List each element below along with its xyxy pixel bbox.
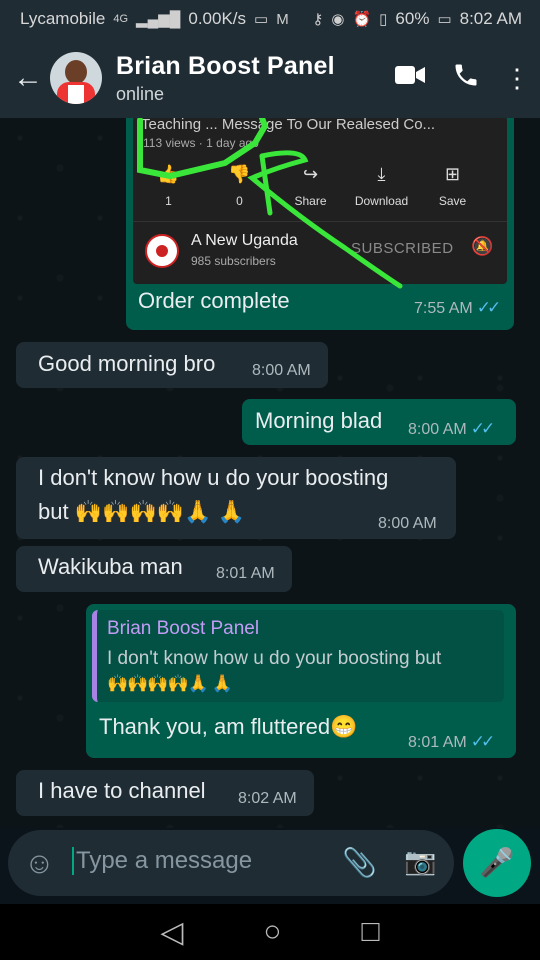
message-composer: ☺ Type a message 📎 📷 [8, 830, 454, 896]
nav-home-icon[interactable]: ○ [263, 915, 281, 949]
mic-button[interactable]: 🎤 [463, 829, 531, 897]
thumbs-up-icon: 👍 [157, 164, 180, 184]
message-bubble-incoming[interactable]: Wakikuba man 8:01 AM [16, 546, 292, 592]
message-text: I don't know how u do your boosting [38, 465, 389, 490]
gmail-icon: M [276, 10, 289, 28]
eye-icon: ◉ [331, 11, 345, 28]
channel-subscribers: 985 subscribers [191, 254, 276, 268]
like-action: 👍 1 [133, 164, 204, 208]
network-speed: 0.00K/s [188, 9, 247, 28]
network-label: 4G [113, 13, 129, 25]
download-action: ⤓ Download [346, 164, 417, 208]
message-time: 8:01 AM [216, 565, 275, 582]
message-text: I have to channel [38, 778, 206, 803]
video-title: Teaching ... Message To Our Realesed Co.… [141, 118, 436, 133]
message-bubble-incoming[interactable]: I don't know how u do your boosting but … [16, 457, 456, 539]
message-time: 8:00 AM ✓✓ [408, 419, 495, 438]
carrier-label: Lycamobile [20, 9, 106, 28]
message-text: Wakikuba man [38, 554, 183, 579]
reply-quote[interactable]: Brian Boost Panel I don't know how u do … [92, 610, 504, 702]
video-views: 113 views · 1 day ago [143, 136, 259, 150]
message-text: Order complete [138, 288, 290, 313]
nav-back-icon[interactable]: ◁ [160, 915, 183, 950]
message-text-line2: but 🙌🙌🙌🙌🙏 🙏 [38, 499, 246, 524]
mic-icon: 🎤 [479, 847, 515, 878]
dislike-action: 👎 0 [204, 164, 275, 208]
bell-off-icon: 🔕 [471, 236, 494, 256]
message-time: 8:02 AM [238, 790, 297, 807]
channel-name: A New Uganda [191, 232, 298, 249]
save-icon: ⊞ [444, 164, 461, 184]
message-text: Thank you, am fluttered [99, 714, 331, 739]
camera-icon[interactable]: 📷 [404, 846, 436, 877]
message-input[interactable]: Type a message [72, 847, 252, 875]
chat-header: ← Brian Boost Panel online ⋮ [0, 38, 540, 118]
message-text-row: Thank you, am fluttered😁 [99, 714, 358, 740]
chat-area[interactable]: Teaching ... Message To Our Realesed Co.… [0, 118, 540, 828]
more-options-icon[interactable]: ⋮ [494, 63, 540, 94]
message-time: 7:55 AM ✓✓ [414, 298, 501, 317]
video-call-icon[interactable] [382, 63, 438, 94]
vibrate-icon: ▯ [379, 11, 388, 28]
clock: 8:02 AM [459, 9, 522, 28]
grin-emoji: 😁 [330, 714, 358, 739]
nav-recents-icon[interactable]: □ [362, 915, 380, 949]
system-nav-bar: ◁ ○ □ [0, 904, 540, 960]
contact-info[interactable]: Brian Boost Panel online [116, 52, 382, 105]
message-text: Good morning bro [38, 351, 216, 376]
share-action: ↪ Share [275, 164, 346, 208]
voice-call-icon[interactable] [438, 61, 494, 96]
contact-name: Brian Boost Panel [116, 51, 335, 80]
read-ticks-icon: ✓✓ [470, 732, 495, 751]
key-icon: ⚷ [312, 11, 324, 28]
message-bubble-incoming[interactable]: Good morning bro 8:00 AM [16, 342, 328, 388]
message-text: Morning blad [255, 408, 383, 433]
reply-emojis: 🙌🙌🙌🙌🙏 🙏 [107, 674, 233, 693]
message-time: 8:00 AM [252, 362, 311, 379]
channel-row: A New Uganda 985 subscribers SUBSCRIBED … [133, 221, 507, 282]
signal-icon: ▂▄▆█ [136, 11, 181, 28]
download-icon: ⤓ [377, 164, 386, 184]
reply-text: I don't know how u do your boosting but [107, 648, 442, 669]
message-time: 8:01 AM ✓✓ [408, 732, 495, 751]
back-arrow-icon[interactable]: ← [8, 61, 48, 95]
message-bubble-outgoing[interactable]: Brian Boost Panel I don't know how u do … [86, 604, 516, 758]
save-action: ⊞ Save [417, 164, 488, 208]
message-emojis: 🙌🙌🙌🙌🙏 🙏 [74, 499, 246, 524]
emoji-icon[interactable]: ☺ [24, 847, 55, 881]
alarm-icon: ⏰ [352, 11, 372, 28]
youtube-preview-image[interactable]: Teaching ... Message To Our Realesed Co.… [133, 118, 507, 284]
message-bubble-outgoing[interactable]: Teaching ... Message To Our Realesed Co.… [126, 118, 514, 330]
share-icon: ↪ [302, 164, 319, 184]
reply-author: Brian Boost Panel [107, 618, 260, 639]
card-icon: ▭ [254, 11, 269, 28]
read-ticks-icon: ✓✓ [476, 298, 501, 317]
read-ticks-icon: ✓✓ [470, 419, 495, 438]
message-bubble-incoming[interactable]: I have to channel 8:02 AM [16, 770, 314, 816]
subscribed-label: SUBSCRIBED [351, 240, 454, 257]
battery-icon: ▭ [437, 11, 452, 28]
avatar[interactable] [50, 52, 102, 104]
message-bubble-outgoing[interactable]: Morning blad 8:00 AM ✓✓ [242, 399, 516, 445]
video-actions: 👍 1 👎 0 ↪ Share ⤓ Download ⊞ Save [133, 164, 507, 208]
message-time: 8:00 AM [378, 515, 437, 532]
contact-status: online [116, 83, 165, 104]
thumbs-down-icon: 👎 [228, 164, 251, 184]
channel-logo [145, 234, 179, 268]
battery-percent: 60% [395, 9, 430, 28]
attach-icon[interactable]: 📎 [342, 846, 377, 879]
status-bar: Lycamobile 4G ▂▄▆█ 0.00K/s ▭ M ⚷ ◉ ⏰ ▯ 6… [0, 0, 540, 38]
